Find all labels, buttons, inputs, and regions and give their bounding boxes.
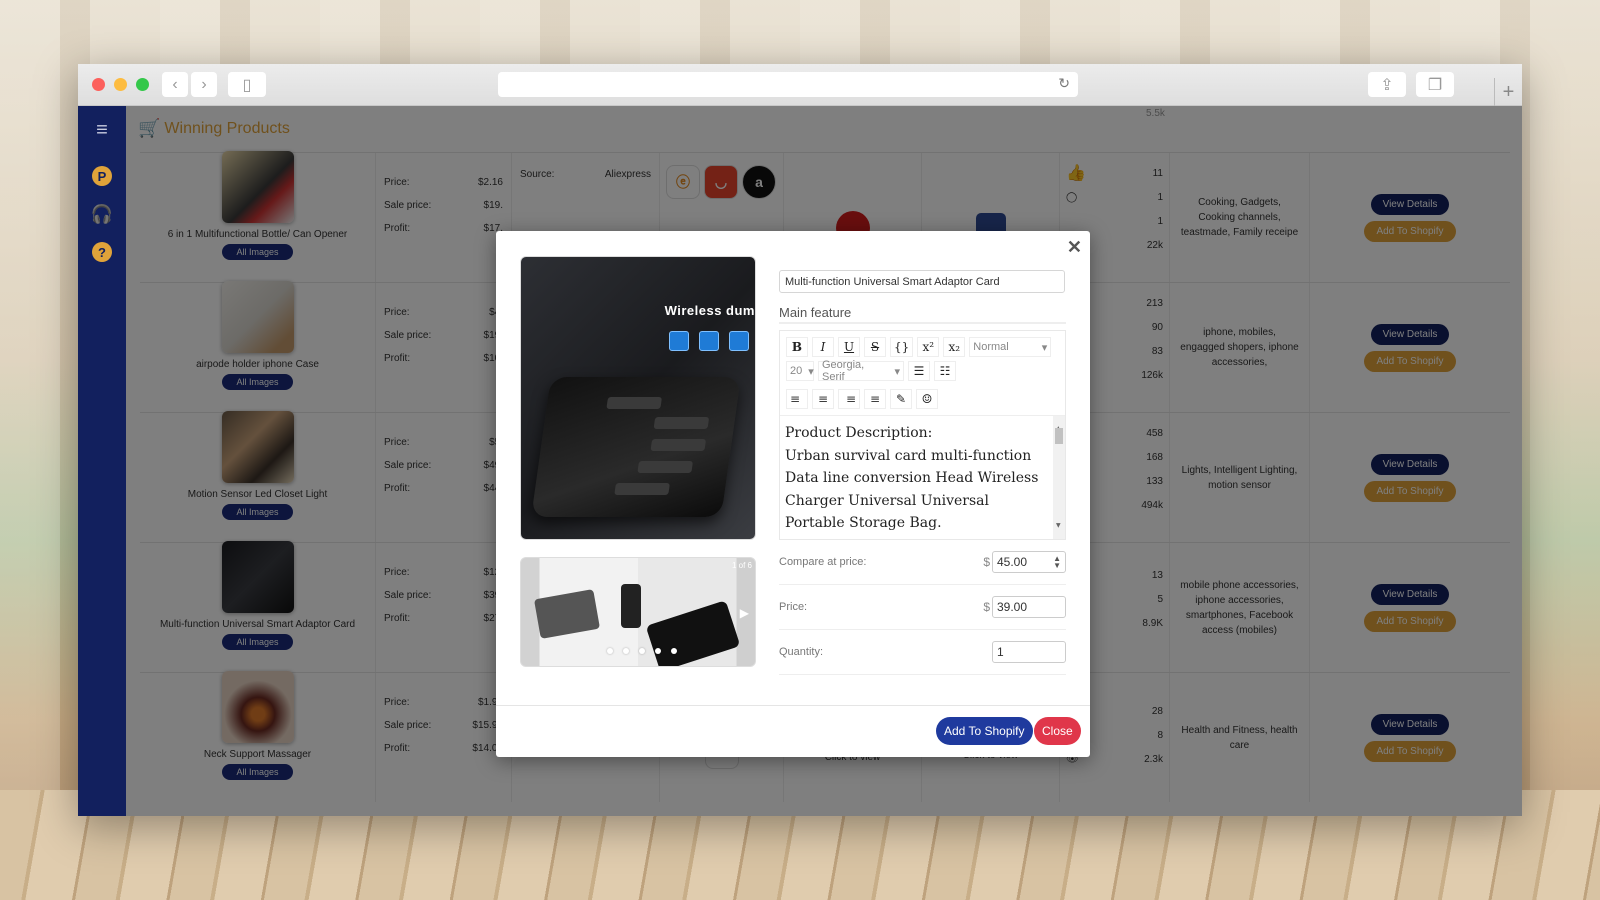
compare-price-label: Compare at price:: [779, 556, 867, 568]
align-right-icon[interactable]: ≡: [838, 389, 860, 409]
close-window-button[interactable]: [92, 78, 105, 91]
image-overlay-text: Wireless dum: [664, 303, 755, 318]
code-button[interactable]: {}: [890, 337, 914, 357]
price-input[interactable]: [992, 596, 1066, 618]
close-icon[interactable]: ✕: [1067, 237, 1082, 258]
product-title-input[interactable]: [779, 270, 1065, 293]
gallery-dot[interactable]: [655, 648, 661, 654]
share-icon[interactable]: ⇪: [1368, 72, 1406, 97]
strikethrough-button[interactable]: S: [864, 337, 886, 357]
browser-titlebar: ‹ › ▯ ↻ ⇪ ❐ +: [78, 64, 1522, 106]
address-bar[interactable]: ↻: [498, 72, 1078, 97]
align-left-icon[interactable]: ≡: [786, 389, 808, 409]
heading-select-value: Normal: [973, 341, 1009, 353]
font-family-value: Georgia, Serif: [822, 359, 865, 383]
subscript-button[interactable]: x₂: [943, 337, 966, 357]
chevron-down-icon: ▾: [1041, 341, 1048, 354]
font-family-select[interactable]: Georgia, Serif ▾: [818, 359, 904, 383]
compare-price-row: Compare at price: $ ▲▼: [779, 540, 1066, 585]
number-spinner-icon[interactable]: ▲ ▼: [1053, 555, 1061, 570]
gallery-dot[interactable]: [671, 648, 677, 654]
forward-icon[interactable]: ›: [191, 72, 217, 97]
scroll-thumb[interactable]: [1055, 428, 1063, 444]
image-feature-icons: [669, 331, 749, 351]
image-gallery-carousel[interactable]: 1 of 6 ▶: [520, 557, 756, 667]
scroll-down-icon[interactable]: ▼: [1056, 515, 1061, 538]
rich-text-editor: B I U S {} x² x₂ Normal ▾ 20 ▾ Georgia, Se…: [779, 330, 1066, 540]
modal-add-to-shopify-button[interactable]: Add To Shopify: [936, 717, 1033, 745]
gallery-dot[interactable]: [607, 648, 613, 654]
gallery-item-charger: [621, 584, 641, 628]
gallery-dot[interactable]: [639, 648, 645, 654]
sidebar-toggle-icon[interactable]: ▯: [228, 72, 266, 97]
description-editor-body[interactable]: Product Description: Urban survival card…: [780, 415, 1065, 539]
tabs-overview-icon[interactable]: ❐: [1416, 72, 1454, 97]
description-heading: Product Description:: [785, 425, 933, 441]
modal-form: Main feature B I U S {} x² x₂ Normal ▾ 20…: [779, 270, 1066, 675]
gallery-next-icon[interactable]: ▶: [740, 606, 749, 620]
quantity-row: Quantity:: [779, 630, 1066, 675]
quantity-input[interactable]: [992, 641, 1066, 663]
modal-close-button[interactable]: Close: [1034, 717, 1081, 745]
font-size-value: 20: [790, 365, 803, 377]
maximize-window-button[interactable]: [136, 78, 149, 91]
ordered-list-icon[interactable]: ☷: [934, 361, 956, 381]
gallery-item-powerbank: [645, 600, 741, 666]
price-row: Price: $: [779, 585, 1066, 630]
editor-toolbar: B I U S {} x² x₂ Normal ▾ 20 ▾ Georgia, Se…: [780, 331, 1066, 415]
minimize-window-button[interactable]: [114, 78, 127, 91]
chevron-down-icon: ▾: [808, 365, 814, 378]
bullet-list-icon[interactable]: ☰: [908, 361, 930, 381]
gallery-item-case: [533, 589, 601, 639]
main-feature-label: Main feature: [779, 305, 1066, 324]
quantity-label: Quantity:: [779, 646, 824, 658]
gallery-counter: 1 of 6: [731, 561, 752, 570]
app-root: ≡ P 🎧 ? 🛒 Winning Products 5.5k 6 in 1 M…: [78, 106, 1522, 816]
chevron-down-icon: ▾: [894, 365, 900, 378]
underline-button[interactable]: U: [838, 337, 860, 357]
back-icon[interactable]: ‹: [162, 72, 188, 97]
sidebar-overlay: [78, 106, 126, 816]
new-tab-icon[interactable]: +: [1494, 78, 1522, 106]
modal-footer-divider: [496, 705, 1090, 706]
description-text: Urban survival card multi-function Data …: [785, 447, 1039, 532]
superscript-button[interactable]: x²: [917, 337, 940, 357]
bold-button[interactable]: B: [786, 337, 808, 357]
reload-icon[interactable]: ↻: [1058, 75, 1070, 92]
product-edit-modal: ✕ Wireless dum 1 of 6 ▶ Multi-function U…: [496, 231, 1090, 757]
browser-window: ‹ › ▯ ↻ ⇪ ❐ + ≡ P 🎧 ? 🛒 Winning Products…: [78, 64, 1522, 816]
gallery-dot[interactable]: [623, 648, 629, 654]
font-size-select[interactable]: 20 ▾: [786, 361, 814, 381]
adaptor-case-graphic: [531, 377, 741, 517]
heading-select[interactable]: Normal ▾: [969, 337, 1052, 357]
currency-symbol: $: [983, 555, 990, 569]
justify-icon[interactable]: ≡: [864, 389, 886, 409]
italic-button[interactable]: I: [812, 337, 834, 357]
currency-symbol: $: [983, 600, 990, 614]
gallery-dots: [607, 648, 677, 654]
editor-scrollbar[interactable]: ▲ ▼: [1053, 416, 1065, 539]
emoji-icon[interactable]: ☺: [916, 389, 938, 409]
text-color-icon[interactable]: ✎: [890, 389, 912, 409]
align-center-icon[interactable]: ≡: [812, 389, 834, 409]
product-main-image[interactable]: Wireless dum: [520, 256, 756, 540]
price-field-label: Price:: [779, 601, 808, 613]
